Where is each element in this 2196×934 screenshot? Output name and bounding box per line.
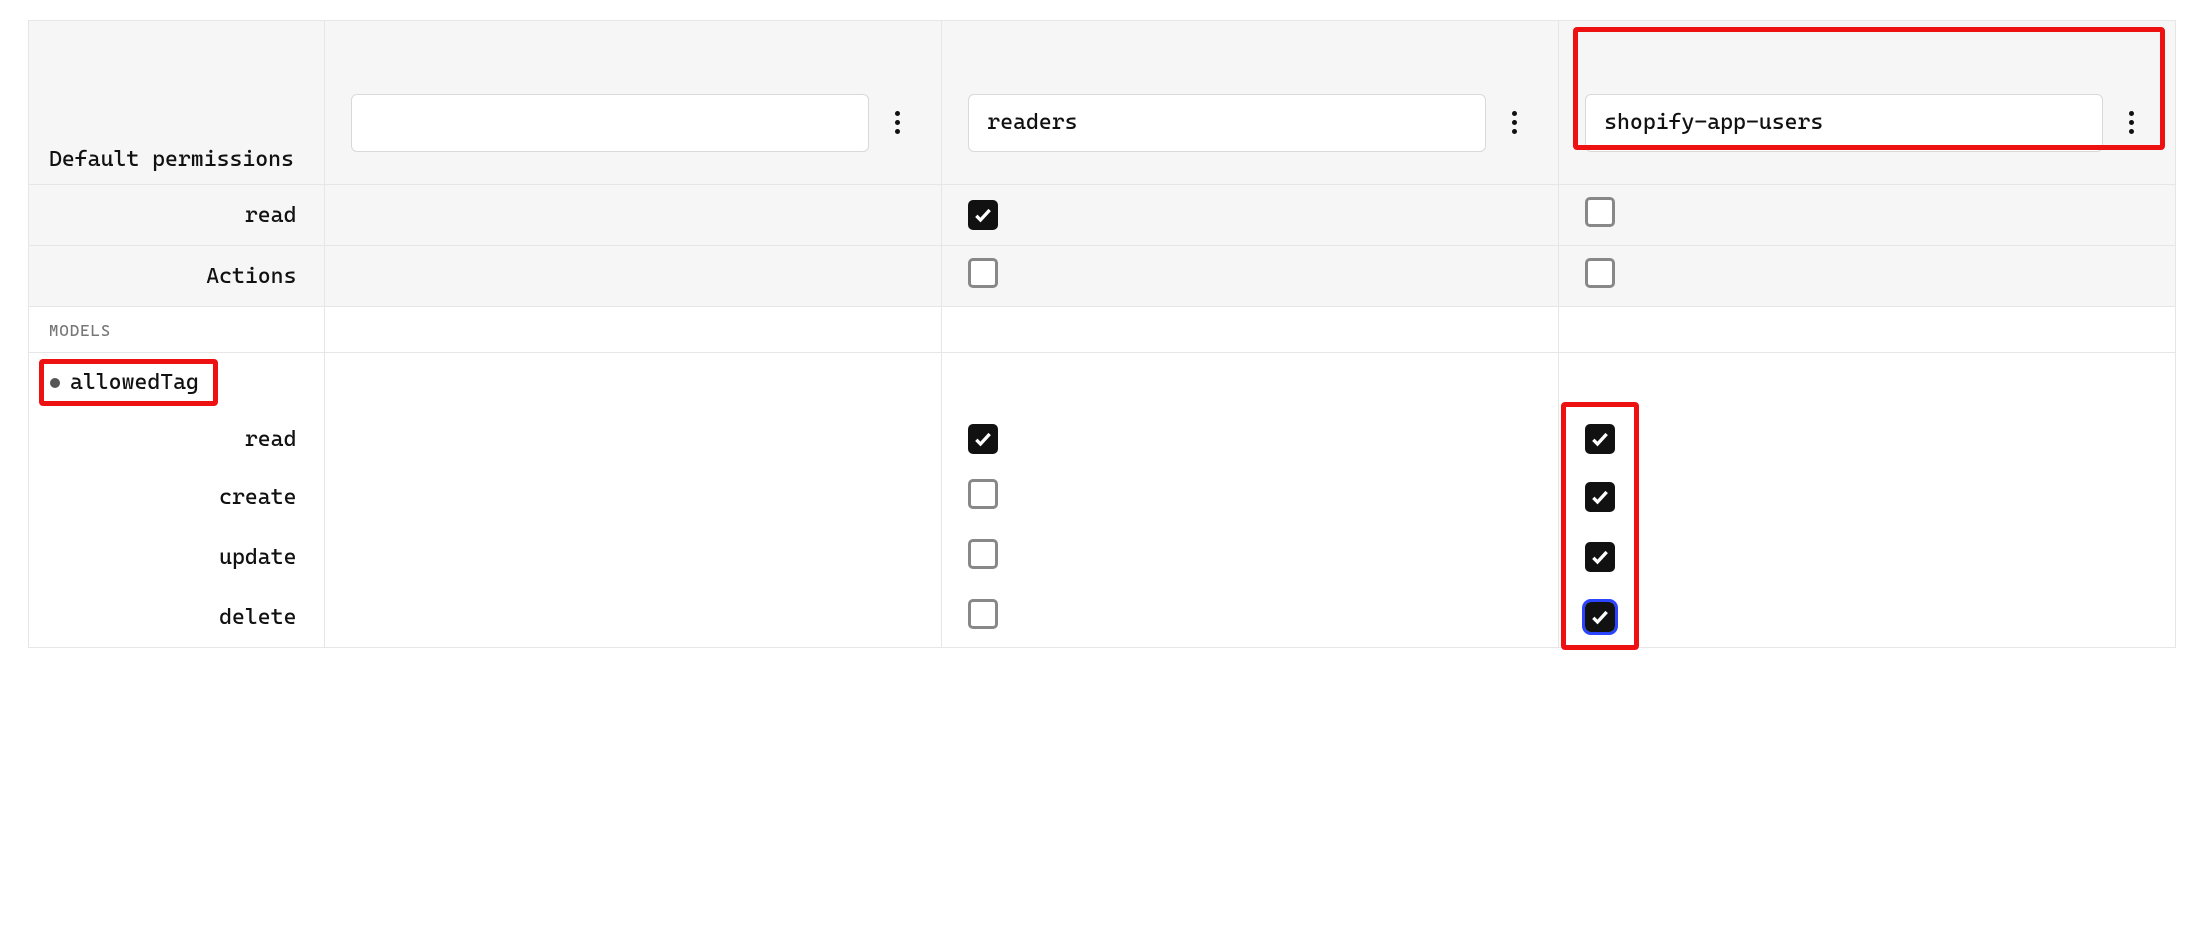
section-row-models: MODELS: [29, 307, 2176, 353]
model-perm-cell-2-1: [942, 527, 1559, 587]
checkbox[interactable]: [968, 599, 998, 629]
model-perm-cell-0-1: [942, 412, 1559, 467]
checkbox[interactable]: [968, 424, 998, 454]
model-perm-cell-1-0: [325, 467, 942, 527]
role-name-input-1[interactable]: [968, 94, 1486, 152]
checkbox[interactable]: [1585, 482, 1615, 512]
permission-cell-0-0: [325, 185, 942, 246]
role-header-1: [942, 21, 1559, 185]
model-perm-cell-0-2: [1559, 412, 2176, 467]
checkbox[interactable]: [968, 539, 998, 569]
model-permission-row: update: [29, 527, 2176, 587]
permissions-table: Default permissions: [28, 20, 2176, 648]
permission-label: Actions: [29, 246, 325, 307]
permission-cell-0-2: [1559, 185, 2176, 246]
role-menu-button-0[interactable]: [879, 94, 915, 152]
role-name-input-2[interactable]: [1585, 94, 2103, 152]
section-label-cell: MODELS: [29, 307, 325, 353]
permission-label: create: [29, 467, 325, 527]
permission-label: update: [29, 527, 325, 587]
model-name-highlight: allowedTag: [39, 359, 218, 406]
checkbox[interactable]: [968, 200, 998, 230]
permission-label: delete: [29, 587, 325, 648]
model-perm-cell-2-2: [1559, 527, 2176, 587]
kebab-icon: [2129, 111, 2134, 134]
role-menu-button-1[interactable]: [1496, 94, 1532, 152]
model-perm-cell-3-2: [1559, 587, 2176, 648]
permission-cell-1-1: [942, 246, 1559, 307]
checkbox[interactable]: [968, 258, 998, 288]
model-permission-row: delete: [29, 587, 2176, 648]
checkbox[interactable]: [968, 479, 998, 509]
checkbox[interactable]: [1585, 197, 1615, 227]
model-permission-row: read: [29, 412, 2176, 467]
model-perm-cell-1-2: [1559, 467, 2176, 527]
role-name-input-0[interactable]: [351, 94, 869, 152]
model-row: allowedTag: [29, 353, 2176, 413]
kebab-icon: [1512, 111, 1517, 134]
role-header-2: [1559, 21, 2176, 185]
header-row: Default permissions: [29, 21, 2176, 185]
default-permission-row: read: [29, 185, 2176, 246]
model-perm-cell-0-0: [325, 412, 942, 467]
kebab-icon: [895, 111, 900, 134]
role-header-0: [325, 21, 942, 185]
permission-cell-1-0: [325, 246, 942, 307]
checkbox[interactable]: [1585, 602, 1615, 632]
model-permission-row: create: [29, 467, 2176, 527]
model-name: allowedTag: [70, 370, 199, 395]
default-permission-row: Actions: [29, 246, 2176, 307]
default-permissions-heading: Default permissions: [49, 147, 304, 172]
default-permissions-heading-cell: Default permissions: [29, 21, 325, 185]
checkbox[interactable]: [1585, 542, 1615, 572]
section-label: MODELS: [49, 321, 111, 340]
role-menu-button-2[interactable]: [2113, 94, 2149, 152]
checkbox[interactable]: [1585, 258, 1615, 288]
permission-label: read: [29, 412, 325, 467]
permission-label: read: [29, 185, 325, 246]
dot-icon: [50, 378, 60, 388]
permission-cell-0-1: [942, 185, 1559, 246]
model-perm-cell-3-0: [325, 587, 942, 648]
permission-cell-1-2: [1559, 246, 2176, 307]
model-perm-cell-1-1: [942, 467, 1559, 527]
model-perm-cell-3-1: [942, 587, 1559, 648]
permissions-table-wrap: Default permissions: [0, 0, 2196, 668]
model-perm-cell-2-0: [325, 527, 942, 587]
model-name-cell: allowedTag: [29, 353, 325, 413]
checkbox[interactable]: [1585, 424, 1615, 454]
